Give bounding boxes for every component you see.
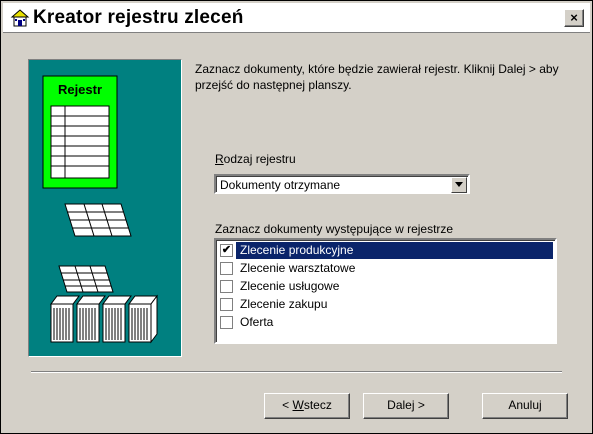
separator — [31, 371, 562, 373]
list-item[interactable]: Zlecenie warsztatowe — [218, 260, 553, 277]
close-icon: × — [570, 10, 578, 25]
documents-label: Zaznacz dokumenty występujące w rejestrz… — [215, 222, 454, 236]
list-item[interactable]: Oferta — [218, 314, 553, 331]
cancel-button[interactable]: Anuluj — [482, 393, 568, 419]
list-item-label: Oferta — [240, 315, 274, 329]
instruction-text: Zaznacz dokumenty, które będzie zawierał… — [195, 62, 559, 92]
back-button[interactable]: < Wstecz — [264, 393, 350, 419]
app-icon — [10, 8, 30, 28]
register-type-value: Dokumenty otrzymane — [220, 178, 341, 192]
next-button[interactable]: Dalej > — [363, 393, 449, 419]
list-item[interactable]: Zlecenie zakupu — [218, 296, 553, 313]
checkbox[interactable]: ✔ — [220, 244, 233, 257]
back-button-label: < Wstecz — [282, 398, 332, 412]
chevron-down-icon — [455, 180, 463, 191]
register-illustration-graphic: Rejestr — [42, 75, 158, 344]
list-item[interactable]: ✔ Zlecenie produkcyjne — [218, 242, 553, 259]
list-item[interactable]: Zlecenie usługowe — [218, 278, 553, 295]
list-item-label: Zlecenie zakupu — [240, 297, 328, 311]
register-type-label: Rodzaj rejestru — [215, 152, 296, 166]
checkbox[interactable] — [220, 316, 233, 329]
list-item-label: Zlecenie produkcyjne — [240, 243, 354, 257]
list-item-label: Zlecenie usługowe — [240, 279, 340, 293]
close-button[interactable]: × — [564, 9, 584, 27]
wizard-dialog: Kreator rejestru zleceń × Rejestr Zaznac… — [0, 0, 593, 434]
register-type-combo[interactable]: Dokumenty otrzymane — [214, 174, 470, 194]
checkbox[interactable] — [220, 262, 233, 275]
checkbox[interactable] — [220, 298, 233, 311]
checkbox[interactable] — [220, 280, 233, 293]
illustration-label: Rejestr — [58, 82, 102, 97]
title-bar: Kreator rejestru zleceń × — [3, 3, 590, 33]
window-title: Kreator rejestru zleceń — [33, 7, 244, 28]
wizard-illustration: Rejestr — [28, 59, 182, 357]
combo-dropdown-button[interactable] — [451, 177, 467, 193]
register-type-label-rest: odzaj rejestru — [223, 152, 296, 166]
list-item-label: Zlecenie warsztatowe — [240, 261, 356, 275]
documents-checklist[interactable]: ✔ Zlecenie produkcyjne Zlecenie warsztat… — [214, 238, 557, 344]
